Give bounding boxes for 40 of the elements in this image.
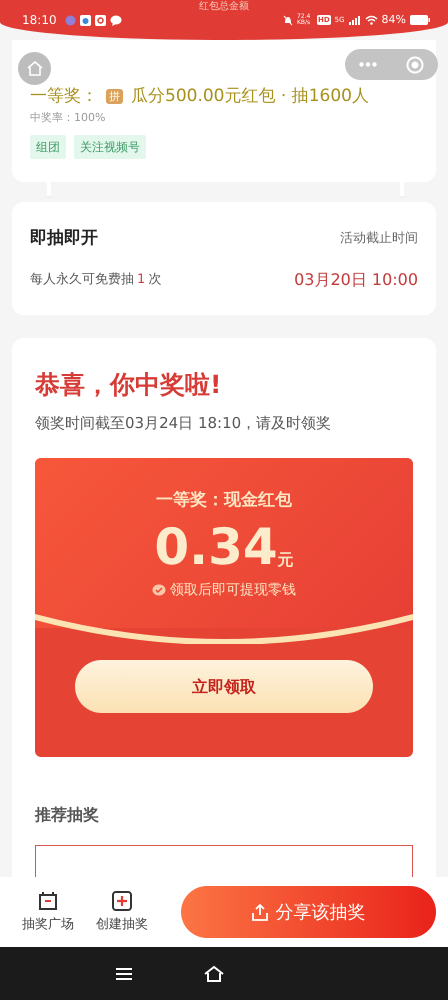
prize-amount: 0.34	[154, 522, 278, 572]
battery-icon	[410, 15, 430, 25]
battery-percent: 84%	[382, 12, 406, 28]
app-icon	[80, 14, 91, 26]
prize-level: 一等奖：	[30, 86, 98, 106]
deadline-label: 活动截止时间	[340, 230, 418, 248]
tag: 组团	[30, 134, 66, 159]
prize-name: 一等奖：现金红包	[155, 489, 293, 512]
section-title: 推荐抽奖	[35, 804, 100, 826]
claim-button[interactable]: 立即领取	[75, 660, 373, 713]
home-icon[interactable]	[203, 964, 225, 982]
share-icon	[252, 904, 268, 920]
gift-box-icon	[37, 890, 59, 912]
win-rate: 中奖率：100%	[30, 110, 106, 126]
group-badge: 拼	[106, 88, 123, 104]
tab-item[interactable]: 创建抽奖	[96, 890, 148, 934]
congrats-title: 恭喜，你中奖啦!	[35, 369, 222, 401]
wallet-icon	[152, 584, 166, 596]
home-icon	[26, 61, 42, 76]
currency-unit: 元	[278, 548, 294, 570]
wifi-icon	[364, 15, 378, 25]
chat-icon	[110, 14, 122, 26]
more-button[interactable]	[359, 62, 378, 67]
draw-limit: 每人永久可免费抽 1 次	[30, 270, 162, 289]
app-icon	[64, 14, 76, 26]
app-icon	[94, 14, 106, 26]
withdraw-hint: 领取后即可提现零钱	[170, 580, 296, 600]
status-time: 18:10	[22, 12, 57, 29]
prize-text: 瓜分500.00元红包 · 抽1600人	[131, 86, 369, 106]
tab-item[interactable]: 抽奖广场	[22, 890, 74, 934]
signal-icon	[348, 16, 361, 24]
menu-icon[interactable]	[115, 966, 133, 980]
tag: 关注视频号	[74, 134, 146, 159]
claim-deadline-notice: 领奖时间截至03月24日 18:10，请及时领奖	[35, 412, 332, 434]
deadline-time: 03月20日 10:00	[294, 268, 418, 290]
share-button[interactable]: 分享该抽奖	[181, 886, 436, 938]
draw-mode: 即抽即开	[30, 227, 98, 250]
page-title: 红包总金额	[198, 1, 250, 12]
bell-muted-icon	[282, 14, 293, 26]
add-icon	[111, 890, 133, 912]
